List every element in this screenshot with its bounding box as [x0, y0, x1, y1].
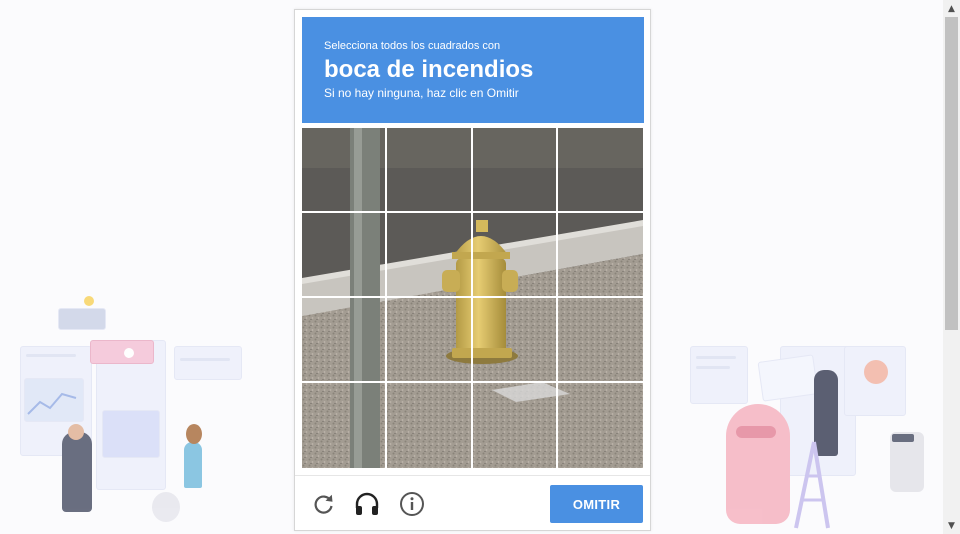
grid-tile[interactable]	[302, 383, 388, 468]
grid-tile[interactable]	[387, 128, 473, 213]
left-illustration	[18, 292, 248, 532]
grid-tile[interactable]	[302, 298, 388, 383]
grid-tile[interactable]	[558, 383, 643, 468]
challenge-hint: Si no hay ninguna, haz clic en Omitir	[324, 86, 519, 100]
skip-button[interactable]: OMITIR	[550, 485, 643, 523]
grid-tile[interactable]	[473, 383, 558, 468]
challenge-instruction: Selecciona todos los cuadrados con	[324, 40, 501, 52]
grid-tile[interactable]	[557, 128, 643, 213]
grid-tile[interactable]	[387, 383, 473, 468]
tile-grid	[302, 128, 643, 468]
challenge-target: boca de incendios	[324, 56, 534, 83]
image-grid	[302, 128, 643, 468]
scrollbar-thumb[interactable]	[945, 17, 958, 330]
right-illustration	[688, 340, 938, 532]
grid-tile[interactable]	[557, 213, 643, 298]
vertical-scrollbar[interactable]: ▲ ▼	[943, 0, 960, 534]
grid-tile[interactable]	[557, 298, 643, 383]
page: Selecciona todos los cuadrados con boca …	[0, 0, 960, 534]
grid-tile[interactable]	[387, 213, 473, 298]
reload-icon[interactable]	[310, 490, 338, 518]
info-icon[interactable]	[398, 490, 426, 518]
grid-tile[interactable]	[472, 128, 558, 213]
grid-tile[interactable]	[302, 128, 388, 213]
grid-tile[interactable]	[472, 298, 558, 383]
grid-tile[interactable]	[302, 213, 388, 298]
scroll-up-icon[interactable]: ▲	[943, 0, 960, 17]
challenge-footer: OMITIR	[295, 475, 650, 531]
captcha-widget: Selecciona todos los cuadrados con boca …	[294, 9, 651, 531]
scroll-down-icon[interactable]: ▼	[943, 517, 960, 534]
grid-tile[interactable]	[472, 213, 558, 298]
headphones-icon[interactable]	[353, 490, 381, 518]
grid-tile[interactable]	[387, 298, 473, 383]
challenge-header: Selecciona todos los cuadrados con boca …	[302, 17, 644, 123]
